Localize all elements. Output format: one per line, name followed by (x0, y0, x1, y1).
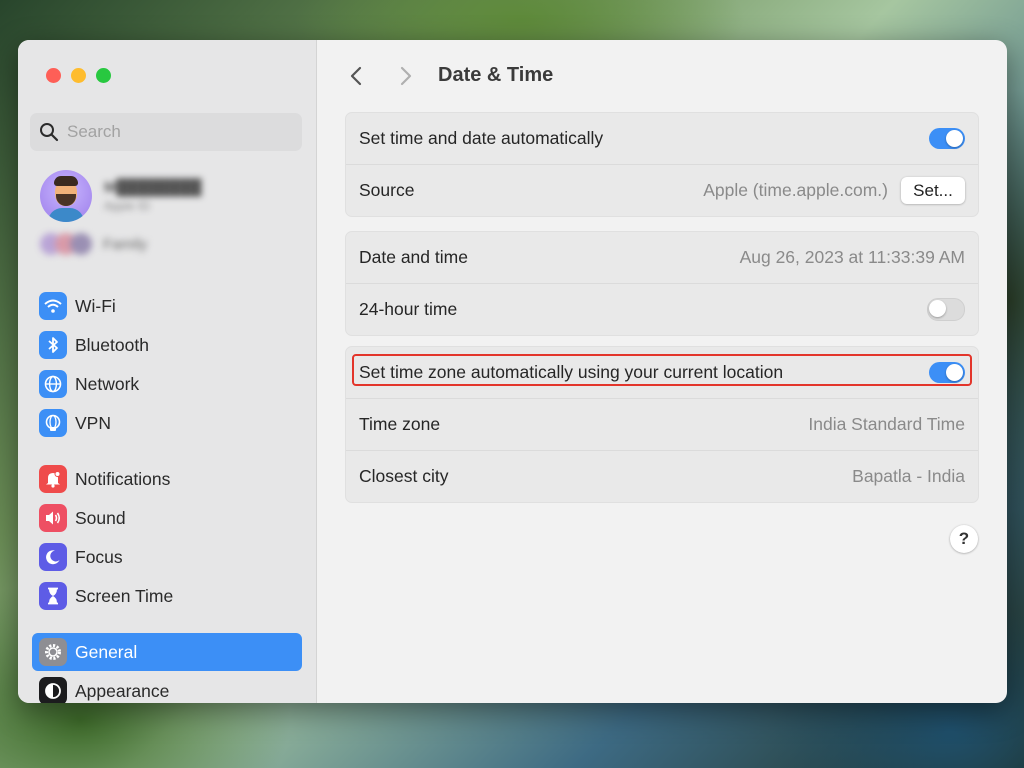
sidebar: Search M████████ Apple ID Family Wi-Fi B… (18, 40, 317, 703)
sidebar-item-label: Wi-Fi (75, 295, 116, 316)
moon-icon (39, 543, 67, 571)
sidebar-item-label: Focus (75, 546, 123, 567)
vpn-globe-icon (39, 409, 67, 437)
row-label: Source (359, 180, 415, 200)
sidebar-item-label: VPN (75, 412, 111, 433)
sidebar-item-focus[interactable]: Focus (32, 538, 302, 576)
profile-subtitle: Apple ID (104, 199, 151, 213)
hourglass-icon (39, 582, 67, 610)
highlight-box (352, 354, 972, 386)
wifi-icon (39, 292, 67, 320)
time-zone-value: India Standard Time (808, 414, 965, 434)
row-24-hour-time: 24-hour time (346, 284, 978, 335)
sidebar-item-network[interactable]: Network (32, 365, 302, 403)
help-button[interactable]: ? (950, 525, 978, 553)
profile-name: M████████ (104, 179, 202, 196)
row-label: Time zone (359, 414, 441, 434)
sidebar-item-notifications[interactable]: Notifications (32, 460, 302, 498)
closest-city-value: Bapatla - India (852, 466, 965, 486)
sidebar-item-label: Notifications (75, 468, 171, 489)
globe-icon (39, 370, 67, 398)
row-label: 24-hour time (359, 299, 458, 319)
avatar (40, 170, 92, 222)
bell-icon (39, 465, 67, 493)
appearance-icon (39, 677, 67, 703)
family-item[interactable]: Family (40, 233, 147, 255)
24-hour-time-toggle[interactable] (927, 298, 965, 321)
row-closest-city: Closest city Bapatla - India (346, 451, 978, 502)
sidebar-item-bluetooth[interactable]: Bluetooth (32, 326, 302, 364)
back-chevron-icon[interactable] (347, 64, 367, 88)
close-button[interactable] (46, 68, 61, 83)
row-date-and-time: Date and time Aug 26, 2023 at 11:33:39 A… (346, 232, 978, 284)
sidebar-item-label: Bluetooth (75, 334, 149, 355)
zoom-button[interactable] (96, 68, 111, 83)
bluetooth-icon (39, 331, 67, 359)
source-value: Apple (time.apple.com.) (703, 180, 888, 200)
row-label: Date and time (359, 247, 468, 267)
apple-id-profile[interactable]: M████████ Apple ID (40, 170, 202, 222)
sidebar-item-label: General (75, 641, 138, 662)
set-time-automatically-toggle[interactable] (929, 128, 965, 149)
row-time-zone: Time zone India Standard Time (346, 399, 978, 451)
row-label: Set time and date automatically (359, 128, 604, 148)
page-title: Date & Time (438, 64, 554, 86)
sidebar-item-label: Sound (75, 507, 126, 528)
row-set-time-zone-automatically: Set time zone automatically using your c… (346, 347, 978, 399)
search-placeholder: Search (67, 122, 121, 141)
search-icon (40, 123, 59, 142)
sidebar-item-label: Screen Time (75, 585, 174, 606)
row-set-time-automatically: Set time and date automatically (346, 113, 978, 165)
gear-icon (39, 638, 67, 666)
time-zone-group: Set time zone automatically using your c… (345, 346, 979, 503)
sidebar-item-wifi[interactable]: Wi-Fi (32, 287, 302, 325)
row-source: Source Apple (time.apple.com.) Set... (346, 165, 978, 216)
set-source-button[interactable]: Set... (901, 177, 965, 204)
minimize-button[interactable] (71, 68, 86, 83)
sidebar-item-appearance[interactable]: Appearance (32, 672, 302, 703)
auto-time-group: Set time and date automatically Source A… (345, 112, 979, 217)
date-time-group: Date and time Aug 26, 2023 at 11:33:39 A… (345, 231, 979, 336)
speaker-icon (39, 504, 67, 532)
main-pane: Date & Time Set time and date automatica… (317, 40, 1007, 703)
forward-chevron-icon[interactable] (395, 64, 415, 88)
sidebar-item-label: Network (75, 373, 140, 394)
family-label: Family (103, 235, 148, 253)
date-time-value: Aug 26, 2023 at 11:33:39 AM (739, 247, 965, 267)
sidebar-item-general[interactable]: General (32, 633, 302, 671)
set-time-zone-automatically-toggle[interactable] (929, 362, 965, 383)
window-controls (46, 68, 111, 83)
sidebar-item-vpn[interactable]: VPN (32, 404, 302, 442)
sidebar-item-label: Appearance (75, 680, 170, 701)
row-label: Closest city (359, 466, 449, 486)
settings-window: Search M████████ Apple ID Family Wi-Fi B… (18, 40, 1007, 703)
search-input[interactable]: Search (30, 113, 302, 151)
sidebar-item-screen-time[interactable]: Screen Time (32, 577, 302, 615)
sidebar-item-sound[interactable]: Sound (32, 499, 302, 537)
